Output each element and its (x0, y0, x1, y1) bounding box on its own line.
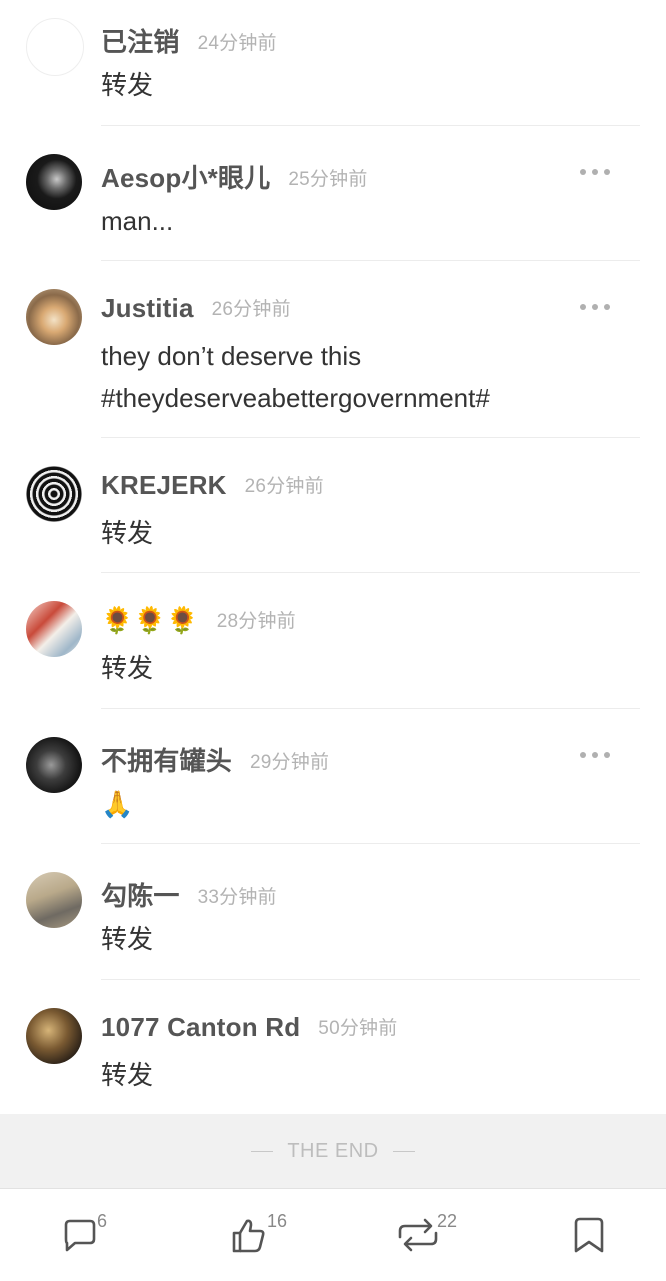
avatar[interactable] (26, 154, 82, 210)
comment-icon (64, 1219, 96, 1252)
comment-author[interactable]: 1077 Canton Rd 50分钟前 (101, 1012, 397, 1043)
comment-author[interactable]: 已注销 24分钟前 (101, 22, 277, 59)
comment-time: 26分钟前 (244, 476, 324, 497)
like-count: 16 (267, 1211, 288, 1231)
like-button[interactable]: 16 (228, 1211, 288, 1255)
bookmark-button[interactable] (571, 1215, 631, 1255)
avatar[interactable] (26, 466, 82, 522)
divider (251, 1150, 274, 1152)
more-options-icon[interactable] (580, 302, 610, 312)
divider (101, 437, 640, 438)
avatar[interactable] (26, 289, 82, 345)
divider (392, 1150, 415, 1152)
comment-time: 28分钟前 (216, 611, 296, 632)
comment-count: 6 (97, 1211, 108, 1231)
comment-text: 转发 (101, 1060, 154, 1090)
comment-button[interactable]: 6 (60, 1211, 120, 1255)
comment-text: 转发 (101, 653, 154, 683)
comment-text: 🙏 (101, 789, 134, 819)
divider (101, 708, 640, 709)
comment-text: 转发 (101, 70, 154, 100)
divider (101, 260, 640, 261)
more-options-icon[interactable] (580, 167, 610, 177)
comment-time: 33分钟前 (197, 887, 277, 908)
comment-time: 24分钟前 (197, 33, 277, 54)
avatar[interactable] (26, 601, 82, 657)
comment-author[interactable]: 🌻🌻🌻 28分钟前 (101, 605, 296, 636)
divider (101, 843, 640, 844)
comment-text: 转发 (101, 924, 154, 954)
avatar[interactable] (26, 872, 82, 928)
divider (101, 979, 640, 980)
thumbs-up-icon (232, 1219, 265, 1253)
comment-text: they don’t deserve this #theydeserveabet… (101, 341, 490, 413)
comment-time: 50分钟前 (318, 1018, 398, 1039)
end-of-list-marker: THE END (0, 1114, 666, 1188)
more-options-icon[interactable] (580, 750, 610, 760)
divider (101, 572, 640, 573)
bookmark-icon (574, 1217, 604, 1253)
comment-author[interactable]: KREJERK 26分钟前 (101, 470, 324, 501)
comment-author[interactable]: 勾陈一 33分钟前 (101, 876, 277, 913)
comment-text: man... (101, 206, 174, 236)
comment-author[interactable]: 不拥有罐头 29分钟前 (101, 741, 329, 778)
comment-author[interactable]: Aesop小*眼儿 25分钟前 (101, 158, 368, 195)
comment-time: 25分钟前 (288, 169, 368, 190)
repost-button[interactable]: 22 (396, 1211, 457, 1255)
end-label: THE END (287, 1139, 379, 1162)
avatar[interactable] (26, 737, 82, 793)
divider (101, 125, 640, 126)
comment-text: 转发 (101, 518, 154, 548)
comment-time: 29分钟前 (250, 752, 330, 773)
comment-author[interactable]: Justitia 26分钟前 (101, 293, 291, 324)
avatar[interactable] (26, 18, 84, 76)
bottom-toolbar: 6 16 22 (0, 1188, 666, 1281)
repost-icon (398, 1218, 438, 1252)
avatar[interactable] (26, 1008, 82, 1064)
repost-count: 22 (437, 1211, 458, 1231)
comment-time: 26分钟前 (211, 299, 291, 320)
